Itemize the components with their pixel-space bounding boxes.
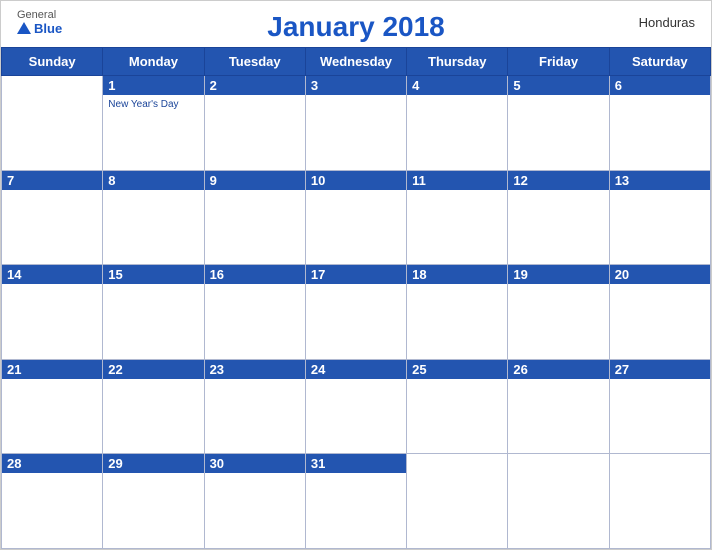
day-number: 26	[508, 360, 608, 379]
day-number: 30	[205, 454, 305, 473]
calendar-cell: 27	[609, 359, 710, 454]
day-number: 16	[205, 265, 305, 284]
day-number: 14	[2, 265, 102, 284]
calendar-cell: 16	[204, 265, 305, 360]
day-number: 12	[508, 171, 608, 190]
holiday-label: New Year's Day	[108, 98, 198, 111]
calendar-cell	[609, 454, 710, 549]
calendar-cell: 2	[204, 76, 305, 171]
weekday-saturday: Saturday	[609, 48, 710, 76]
calendar-cell	[407, 454, 508, 549]
day-number: 4	[407, 76, 507, 95]
day-number: 3	[306, 76, 406, 95]
calendar-cell: 7	[2, 170, 103, 265]
calendar-cell: 11	[407, 170, 508, 265]
calendar-cell: 14	[2, 265, 103, 360]
calendar-table: SundayMondayTuesdayWednesdayThursdayFrid…	[1, 47, 711, 549]
day-number: 13	[610, 171, 710, 190]
day-number: 2	[205, 76, 305, 95]
calendar-cell: 19	[508, 265, 609, 360]
calendar-cell: 30	[204, 454, 305, 549]
calendar-cell: 12	[508, 170, 609, 265]
calendar-cell: 5	[508, 76, 609, 171]
country-label: Honduras	[639, 15, 695, 30]
calendar-cell: 26	[508, 359, 609, 454]
calendar-week-1: 1 New Year's Day 23456	[2, 76, 711, 171]
calendar-week-2: 78910111213	[2, 170, 711, 265]
calendar-cell: 28	[2, 454, 103, 549]
weekday-wednesday: Wednesday	[305, 48, 406, 76]
day-number: 1	[103, 76, 203, 95]
calendar-cell: 15	[103, 265, 204, 360]
calendar-cell: 10	[305, 170, 406, 265]
calendar-cell: 21	[2, 359, 103, 454]
day-number: 18	[407, 265, 507, 284]
brand-logo: General Blue	[17, 9, 62, 36]
brand-blue-text: Blue	[17, 21, 62, 36]
weekday-header-row: SundayMondayTuesdayWednesdayThursdayFrid…	[2, 48, 711, 76]
day-number: 19	[508, 265, 608, 284]
calendar-cell: 18	[407, 265, 508, 360]
calendar-cell: 20	[609, 265, 710, 360]
calendar-cell: 3	[305, 76, 406, 171]
day-number: 28	[2, 454, 102, 473]
day-number: 25	[407, 360, 507, 379]
weekday-sunday: Sunday	[2, 48, 103, 76]
calendar-cell: 1 New Year's Day	[103, 76, 204, 171]
day-number: 23	[205, 360, 305, 379]
calendar-container: General Blue January 2018 Honduras Sunda…	[0, 0, 712, 550]
day-number: 24	[306, 360, 406, 379]
calendar-header: General Blue January 2018 Honduras	[1, 1, 711, 47]
calendar-cell: 13	[609, 170, 710, 265]
calendar-title: January 2018	[267, 11, 444, 43]
calendar-cell	[2, 76, 103, 171]
calendar-cell: 4	[407, 76, 508, 171]
day-number: 15	[103, 265, 203, 284]
calendar-cell: 17	[305, 265, 406, 360]
weekday-tuesday: Tuesday	[204, 48, 305, 76]
weekday-monday: Monday	[103, 48, 204, 76]
day-number: 7	[2, 171, 102, 190]
day-number: 22	[103, 360, 203, 379]
calendar-week-3: 14151617181920	[2, 265, 711, 360]
brand-triangle-icon	[17, 22, 31, 34]
calendar-cell: 8	[103, 170, 204, 265]
day-number: 17	[306, 265, 406, 284]
calendar-cell: 23	[204, 359, 305, 454]
day-number: 10	[306, 171, 406, 190]
calendar-cell	[508, 454, 609, 549]
day-number: 21	[2, 360, 102, 379]
calendar-cell: 31	[305, 454, 406, 549]
day-number: 11	[407, 171, 507, 190]
weekday-friday: Friday	[508, 48, 609, 76]
calendar-week-5: 28293031	[2, 454, 711, 549]
day-number: 6	[610, 76, 710, 95]
calendar-cell: 24	[305, 359, 406, 454]
day-number: 8	[103, 171, 203, 190]
calendar-cell: 9	[204, 170, 305, 265]
calendar-cell: 29	[103, 454, 204, 549]
day-number: 9	[205, 171, 305, 190]
day-number: 5	[508, 76, 608, 95]
day-number: 20	[610, 265, 710, 284]
calendar-week-4: 21222324252627	[2, 359, 711, 454]
day-number: 31	[306, 454, 406, 473]
weekday-thursday: Thursday	[407, 48, 508, 76]
calendar-cell: 6	[609, 76, 710, 171]
calendar-cell: 25	[407, 359, 508, 454]
calendar-cell: 22	[103, 359, 204, 454]
day-number: 27	[610, 360, 710, 379]
brand-general-text: General	[17, 9, 56, 21]
day-number: 29	[103, 454, 203, 473]
